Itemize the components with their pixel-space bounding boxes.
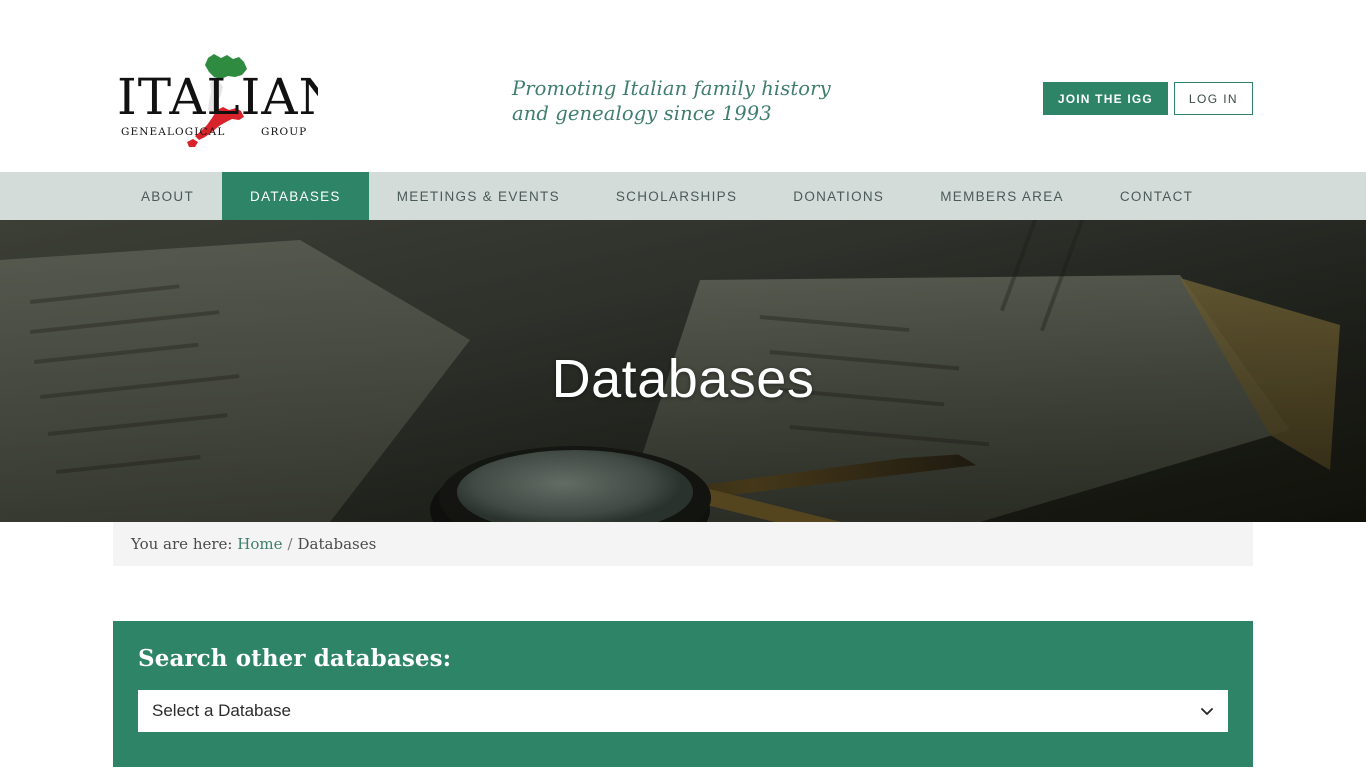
site-tagline: Promoting Italian family history and gen… <box>512 76 872 126</box>
nav-item-scholarships[interactable]: SCHOLARSHIPS <box>588 172 765 220</box>
site-header: ITALIAN GENEALOGICAL GROUP Promoting Ita… <box>0 0 1366 172</box>
search-other-databases-panel: Search other databases: Select a Databas… <box>113 621 1253 767</box>
main-content: You are here: Home / Databases Search ot… <box>0 522 1366 768</box>
tagline-line-2: and genealogy since 1993 <box>512 102 772 125</box>
join-the-igg-button[interactable]: JOIN THE IGG <box>1042 82 1168 115</box>
search-panel-heading: Search other databases: <box>138 645 452 672</box>
nav-item-contact[interactable]: CONTACT <box>1092 172 1221 220</box>
database-select[interactable]: Select a Database <box>138 690 1228 732</box>
nav-item-databases[interactable]: DATABASES <box>222 172 369 220</box>
nav-item-donations[interactable]: DONATIONS <box>765 172 912 220</box>
nav-item-about[interactable]: ABOUT <box>113 172 222 220</box>
svg-text:GROUP: GROUP <box>261 126 307 138</box>
nav-item-meetings-events[interactable]: MEETINGS & EVENTS <box>369 172 588 220</box>
nav-item-members-area[interactable]: MEMBERS AREA <box>912 172 1092 220</box>
main-navigation: ABOUT DATABASES MEETINGS & EVENTS SCHOLA… <box>0 172 1366 220</box>
svg-text:GENEALOGICAL: GENEALOGICAL <box>121 126 225 138</box>
breadcrumb-separator: / <box>287 535 293 553</box>
breadcrumb-link-home[interactable]: Home <box>237 535 282 553</box>
tagline-line-1: Promoting Italian family history <box>512 77 831 100</box>
site-logo[interactable]: ITALIAN GENEALOGICAL GROUP <box>113 52 318 150</box>
page-title: Databases <box>551 349 815 409</box>
header-action-buttons: JOIN THE IGG LOG IN <box>1042 82 1253 115</box>
svg-text:ITALIAN: ITALIAN <box>117 68 318 126</box>
breadcrumb-current: Databases <box>297 535 377 553</box>
log-in-button[interactable]: LOG IN <box>1173 82 1253 115</box>
breadcrumb-prefix: You are here: <box>131 535 233 553</box>
database-select-row: Select a Database <box>138 690 1228 732</box>
breadcrumb: You are here: Home / Databases <box>113 522 1253 566</box>
logo-graphic: ITALIAN GENEALOGICAL GROUP <box>117 54 318 147</box>
hero-banner: Databases <box>0 220 1366 522</box>
